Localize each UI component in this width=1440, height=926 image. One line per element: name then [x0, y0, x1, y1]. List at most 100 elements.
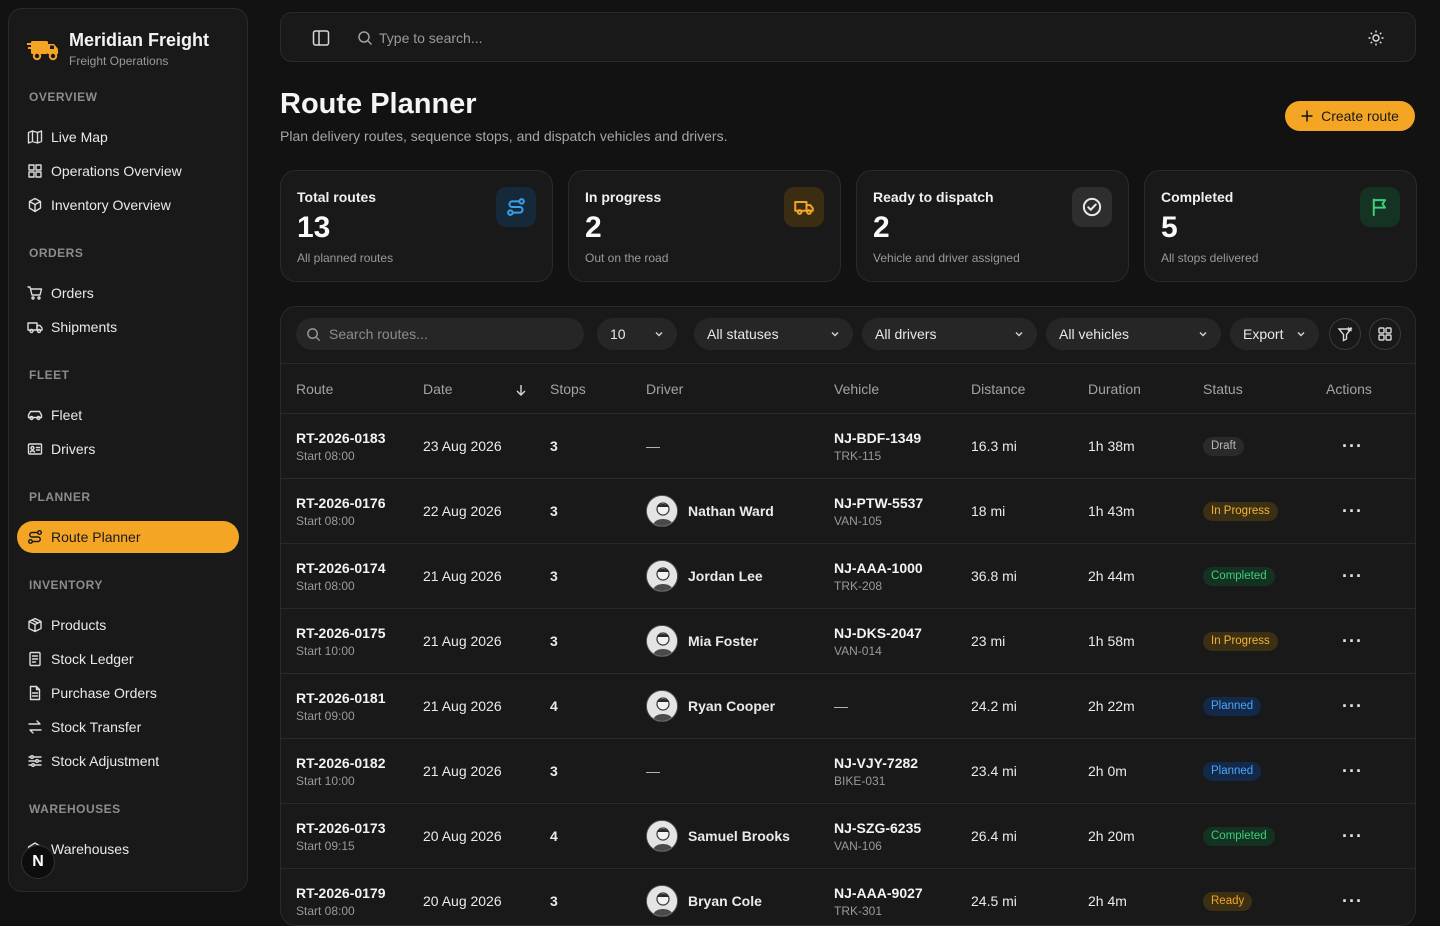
col-actions: Actions — [1326, 364, 1416, 414]
sidebar-item-label: Orders — [51, 285, 94, 301]
route-id[interactable]: RT-2026-0183 — [296, 430, 423, 446]
route-id[interactable]: RT-2026-0173 — [296, 820, 423, 836]
table-row[interactable]: RT-2026-0182Start 10:0021 Aug 20263—NJ-V… — [281, 739, 1416, 804]
vehicle-plate: — — [834, 698, 971, 714]
user-avatar[interactable]: N — [21, 845, 55, 879]
row-actions-button[interactable]: ··· — [1326, 761, 1363, 781]
row-actions-button[interactable]: ··· — [1326, 436, 1363, 456]
nav-section-overview: OVERVIEW — [9, 89, 247, 105]
table-row[interactable]: RT-2026-0175Start 10:0021 Aug 20263Mia F… — [281, 609, 1416, 674]
sidebar-item-purchase-orders[interactable]: Purchase Orders — [17, 677, 239, 709]
stat-icon-tile — [496, 187, 536, 227]
table-row[interactable]: RT-2026-0174Start 08:0021 Aug 20263Jorda… — [281, 544, 1416, 609]
table-row[interactable]: RT-2026-0176Start 08:0022 Aug 20263Natha… — [281, 479, 1416, 544]
filter-bar: Search routes... 10 All statuses All dri… — [281, 307, 1415, 363]
export-button[interactable]: Export — [1230, 318, 1319, 350]
status-badge: Completed — [1203, 827, 1275, 846]
nav-section-inventory: INVENTORY — [9, 577, 247, 593]
brand[interactable]: Meridian Freight Freight Operations — [9, 9, 247, 75]
stat-description: All planned routes — [297, 251, 393, 265]
status-badge: Ready — [1203, 892, 1252, 911]
status-cell: Draft — [1203, 414, 1326, 479]
page-size-select[interactable]: 10 — [597, 318, 677, 350]
row-actions-button[interactable]: ··· — [1326, 826, 1363, 846]
col-status[interactable]: Status — [1203, 364, 1326, 414]
person-icon — [647, 886, 678, 917]
sidebar-item-label: Inventory Overview — [51, 197, 171, 213]
sidebar-item-drivers[interactable]: Drivers — [17, 433, 239, 465]
clear-filters-button[interactable] — [1329, 318, 1361, 350]
status-filter-select[interactable]: All statuses — [694, 318, 853, 350]
driver-filter-select[interactable]: All drivers — [862, 318, 1037, 350]
vehicle-unit: TRK-301 — [834, 904, 971, 918]
table-row[interactable]: RT-2026-0183Start 08:0023 Aug 20263—NJ-B… — [281, 414, 1416, 479]
status-cell: Planned — [1203, 674, 1326, 739]
route-id[interactable]: RT-2026-0175 — [296, 625, 423, 641]
distance-cell: 26.4 mi — [971, 804, 1088, 869]
row-actions-button[interactable]: ··· — [1326, 696, 1363, 716]
sidebar-item-orders[interactable]: Orders — [17, 277, 239, 309]
sidebar-item-products[interactable]: Products — [17, 609, 239, 641]
stat-icon-tile — [1360, 187, 1400, 227]
route-id[interactable]: RT-2026-0182 — [296, 755, 423, 771]
col-driver[interactable]: Driver — [646, 364, 834, 414]
route-cell: RT-2026-0179 Start 08:00 — [281, 869, 423, 926]
actions-cell: ··· — [1326, 869, 1416, 926]
column-layout-button[interactable] — [1369, 318, 1401, 350]
col-route[interactable]: Route — [281, 364, 423, 414]
table-row[interactable]: RT-2026-0179Start 08:0020 Aug 20263Bryan… — [281, 869, 1416, 926]
route-id[interactable]: RT-2026-0179 — [296, 885, 423, 901]
sidebar-toggle-icon[interactable] — [311, 28, 331, 48]
sidebar-item-stock-transfer[interactable]: Stock Transfer — [17, 711, 239, 743]
sidebar-item-operations-overview[interactable]: Operations Overview — [17, 155, 239, 187]
grid-icon — [27, 163, 43, 179]
col-vehicle[interactable]: Vehicle — [834, 364, 971, 414]
sidebar-item-fleet[interactable]: Fleet — [17, 399, 239, 431]
col-distance[interactable]: Distance — [971, 364, 1088, 414]
table-row[interactable]: RT-2026-0173Start 09:1520 Aug 20264Samue… — [281, 804, 1416, 869]
route-start: Start 08:00 — [296, 904, 423, 918]
sidebar-item-shipments[interactable]: Shipments — [17, 311, 239, 343]
col-date[interactable]: Date — [423, 364, 550, 414]
sidebar-item-label: Stock Transfer — [51, 719, 141, 735]
table-body: RT-2026-0183Start 08:0023 Aug 20263—NJ-B… — [281, 414, 1416, 926]
row-actions-button[interactable]: ··· — [1326, 631, 1363, 651]
nav-section-orders: ORDERS — [9, 245, 247, 261]
boxes-icon — [27, 197, 43, 213]
row-actions-button[interactable]: ··· — [1326, 891, 1363, 911]
actions-cell: ··· — [1326, 479, 1416, 544]
sun-icon[interactable] — [1367, 29, 1385, 47]
driver-avatar — [646, 560, 678, 592]
sidebar-item-live-map[interactable]: Live Map — [17, 121, 239, 153]
sidebar-item-route-planner[interactable]: Route Planner — [17, 521, 239, 553]
status-cell: Planned — [1203, 739, 1326, 804]
vehicle-filter-select[interactable]: All vehicles — [1046, 318, 1221, 350]
row-actions-button[interactable]: ··· — [1326, 501, 1363, 521]
sidebar-item-inventory-overview[interactable]: Inventory Overview — [17, 189, 239, 221]
table-row[interactable]: RT-2026-0181Start 09:0021 Aug 20264Ryan … — [281, 674, 1416, 739]
row-actions-button[interactable]: ··· — [1326, 566, 1363, 586]
sidebar-item-stock-adjustment[interactable]: Stock Adjustment — [17, 745, 239, 777]
duration-cell: 1h 43m — [1088, 479, 1203, 544]
vehicle-plate: NJ-DKS-2047 — [834, 625, 971, 641]
sidebar-item-stock-ledger[interactable]: Stock Ledger — [17, 643, 239, 675]
global-search-input[interactable]: Type to search... — [379, 30, 483, 46]
vehicle-plate: NJ-PTW-5537 — [834, 495, 971, 511]
driver-cell: Ryan Cooper — [646, 674, 834, 739]
route-id[interactable]: RT-2026-0181 — [296, 690, 423, 706]
col-stops[interactable]: Stops — [550, 364, 646, 414]
actions-cell: ··· — [1326, 414, 1416, 479]
duration-cell: 2h 20m — [1088, 804, 1203, 869]
col-duration[interactable]: Duration — [1088, 364, 1203, 414]
route-id[interactable]: RT-2026-0174 — [296, 560, 423, 576]
create-route-button[interactable]: Create route — [1285, 101, 1415, 131]
route-cell: RT-2026-0181Start 09:00 — [281, 674, 423, 739]
date-cell: 21 Aug 2026 — [423, 609, 550, 674]
route-id[interactable]: RT-2026-0176 — [296, 495, 423, 511]
distance-cell: 36.8 mi — [971, 544, 1088, 609]
route-search-input[interactable]: Search routes... — [296, 318, 584, 350]
check-circle-icon — [1082, 197, 1102, 217]
stat-description: Out on the road — [585, 251, 668, 265]
stat-description: Vehicle and driver assigned — [873, 251, 1020, 265]
vehicle-plate: NJ-VJY-7282 — [834, 755, 971, 771]
